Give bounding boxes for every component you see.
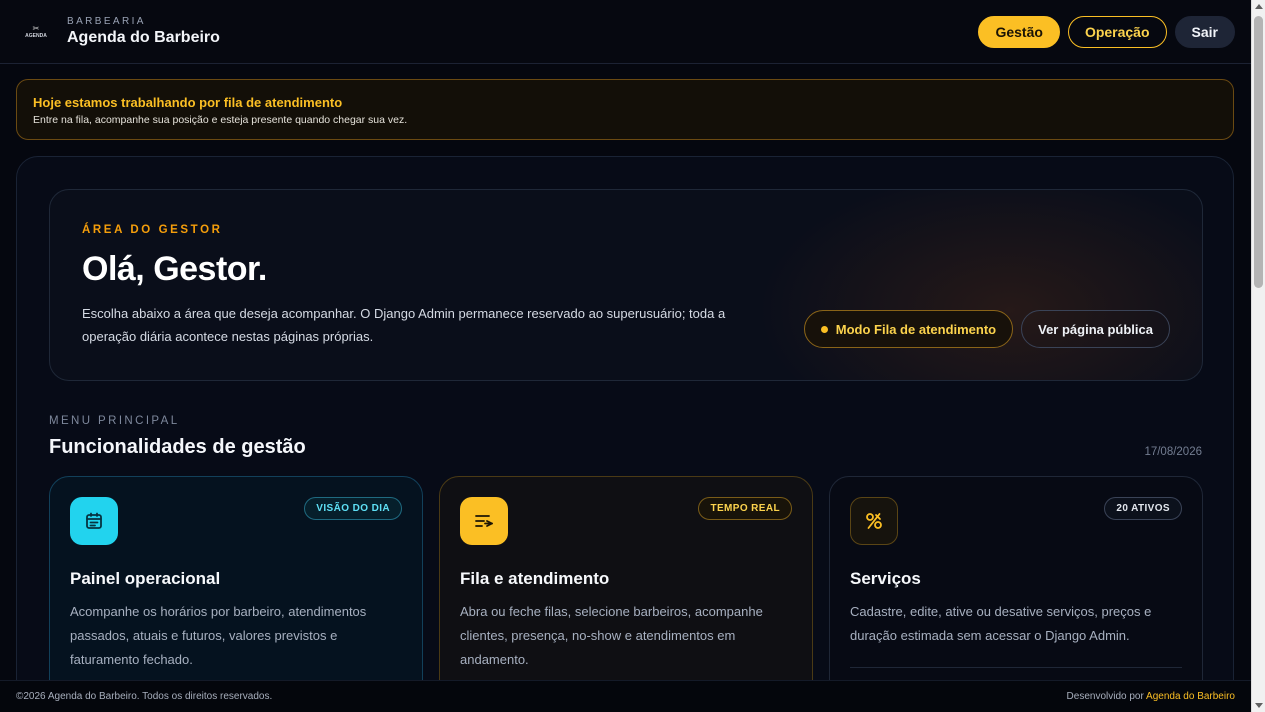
hero-greeting: Olá, Gestor. xyxy=(82,250,267,288)
menu-title: Funcionalidades de gestão xyxy=(49,436,306,458)
page: ✂ AGENDA BARBEARIA Agenda do Barbeiro Ge… xyxy=(0,0,1265,712)
nav-gestao-button[interactable]: Gestão xyxy=(978,15,1060,48)
viewport: ✂ AGENDA BARBEARIA Agenda do Barbeiro Ge… xyxy=(0,0,1251,680)
footer-copyright: ©2026 Agenda do Barbeiro. Todos os direi… xyxy=(16,691,273,702)
page-scrollbar[interactable] xyxy=(1251,0,1265,712)
card-description: Cadastre, edite, ative ou desative servi… xyxy=(850,604,1152,643)
queue-alert: Hoje estamos trabalhando por fila de ate… xyxy=(16,79,1234,140)
queue-mode-button[interactable]: Modo Fila de atendimento xyxy=(803,310,1014,348)
current-date: 17/08/2026 xyxy=(1144,446,1202,458)
hero-actions: Modo Fila de atendimento Ver página públ… xyxy=(803,310,1170,348)
alert-title: Hoje estamos trabalhando por fila de ate… xyxy=(33,95,343,110)
menu-kicker: MENU PRINCIPAL xyxy=(49,415,180,427)
top-bar: ✂ AGENDA BARBEARIA Agenda do Barbeiro Ge… xyxy=(0,0,1251,64)
logout-button[interactable]: Sair xyxy=(1174,15,1235,48)
scroll-up-icon[interactable] xyxy=(1255,4,1263,9)
scissors-icon: ✂ xyxy=(32,23,40,33)
card-badge: 20 ATIVOS xyxy=(1104,497,1182,520)
card-description: Abra ou feche filas, selecione barbeiros… xyxy=(460,604,763,667)
nav-operacao-button[interactable]: Operação xyxy=(1067,15,1167,48)
card-title: Serviços xyxy=(850,569,921,588)
footer: ©2026 Agenda do Barbeiro. Todos os direi… xyxy=(0,680,1251,712)
tools-icon xyxy=(850,497,898,545)
scroll-down-icon[interactable] xyxy=(1255,703,1263,708)
card-title: Painel operacional xyxy=(70,569,221,588)
manager-hero: ÁREA DO GESTOR Olá, Gestor. Escolha abai… xyxy=(49,189,1203,381)
card-description: Acompanhe os horários por barbeiro, aten… xyxy=(70,604,367,667)
footer-credit-prefix: Desenvolvido por xyxy=(1066,691,1144,702)
hero-kicker: ÁREA DO GESTOR xyxy=(82,224,223,236)
top-nav: Gestão Operação Sair xyxy=(978,15,1235,48)
card-divider xyxy=(850,667,1182,668)
queue-mode-label: Modo Fila de atendimento xyxy=(835,321,997,337)
card-title: Fila e atendimento xyxy=(460,569,610,588)
card-badge: TEMPO REAL xyxy=(698,497,792,520)
logo-text: AGENDA xyxy=(25,32,47,39)
card-fila-atendimento[interactable]: TEMPO REAL Fila e atendimento Abra ou fe… xyxy=(439,476,813,680)
hero-description: Escolha abaixo a área que deseja acompan… xyxy=(82,306,726,344)
calendar-icon xyxy=(70,497,118,545)
queue-icon xyxy=(460,497,508,545)
card-servicos[interactable]: 20 ATIVOS Serviços Cadastre, edite, ativ… xyxy=(829,476,1203,680)
brand-kicker: BARBEARIA xyxy=(67,16,146,27)
scroll-thumb[interactable] xyxy=(1254,16,1263,288)
card-badge: VISÃO DO DIA xyxy=(304,497,402,520)
main-panel: ÁREA DO GESTOR Olá, Gestor. Escolha abai… xyxy=(16,156,1234,680)
brand-logo[interactable]: ✂ AGENDA xyxy=(22,18,50,46)
brand-title[interactable]: Agenda do Barbeiro xyxy=(67,29,220,47)
footer-credit-link[interactable]: Agenda do Barbeiro xyxy=(1146,691,1235,702)
alert-description: Entre na fila, acompanhe sua posição e e… xyxy=(33,114,408,126)
status-dot-icon xyxy=(820,325,828,333)
card-painel-operacional[interactable]: VISÃO DO DIA Painel operacional Acompanh… xyxy=(49,476,423,680)
footer-credit: Desenvolvido por Agenda do Barbeiro xyxy=(1067,691,1235,702)
brand: BARBEARIA Agenda do Barbeiro xyxy=(67,16,220,47)
public-page-button[interactable]: Ver página pública xyxy=(1021,310,1170,348)
